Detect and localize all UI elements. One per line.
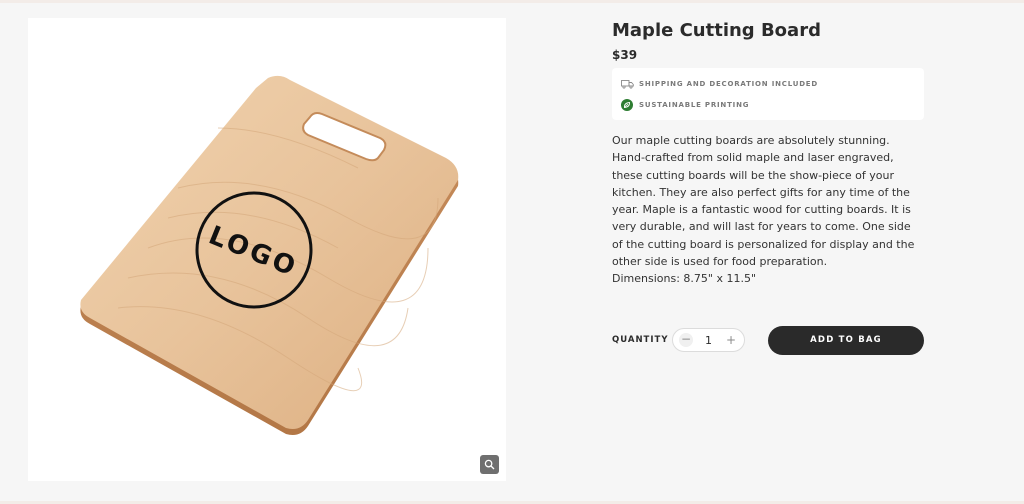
quantity-label: QUANTITY [612,335,669,345]
truck-icon [620,77,634,91]
feature-text: SUSTAINABLE PRINTING [639,100,750,109]
increase-quantity-button[interactable]: + [724,333,738,347]
product-price: $39 [612,48,638,62]
decrease-quantity-button[interactable]: − [679,333,693,347]
magnifier-icon [484,459,495,470]
quantity-value[interactable]: 1 [705,334,712,347]
product-description: Our maple cutting boards are absolutely … [612,132,924,288]
product-image-panel: LOGO [28,18,506,481]
cutting-board-image: LOGO [80,75,459,435]
feature-sustainable: SUSTAINABLE PRINTING [620,94,924,115]
feature-shipping: SHIPPING AND DECORATION INCLUDED [620,73,924,94]
product-details: Maple Cutting Board $39 SHIPPING AND DEC… [612,19,924,288]
description-paragraph: Our maple cutting boards are absolutely … [612,134,915,269]
zoom-button[interactable] [480,455,499,474]
dimensions-text: Dimensions: 8.75" x 11.5" [612,272,757,286]
purchase-row: QUANTITY − 1 + ADD TO BAG [612,325,924,355]
feature-text: SHIPPING AND DECORATION INCLUDED [639,79,819,88]
quantity-stepper[interactable]: − 1 + [672,328,745,352]
feature-box: SHIPPING AND DECORATION INCLUDED SUSTAIN… [612,68,924,120]
add-to-bag-button[interactable]: ADD TO BAG [768,325,924,355]
product-title: Maple Cutting Board [612,20,821,41]
leaf-icon [620,98,634,112]
